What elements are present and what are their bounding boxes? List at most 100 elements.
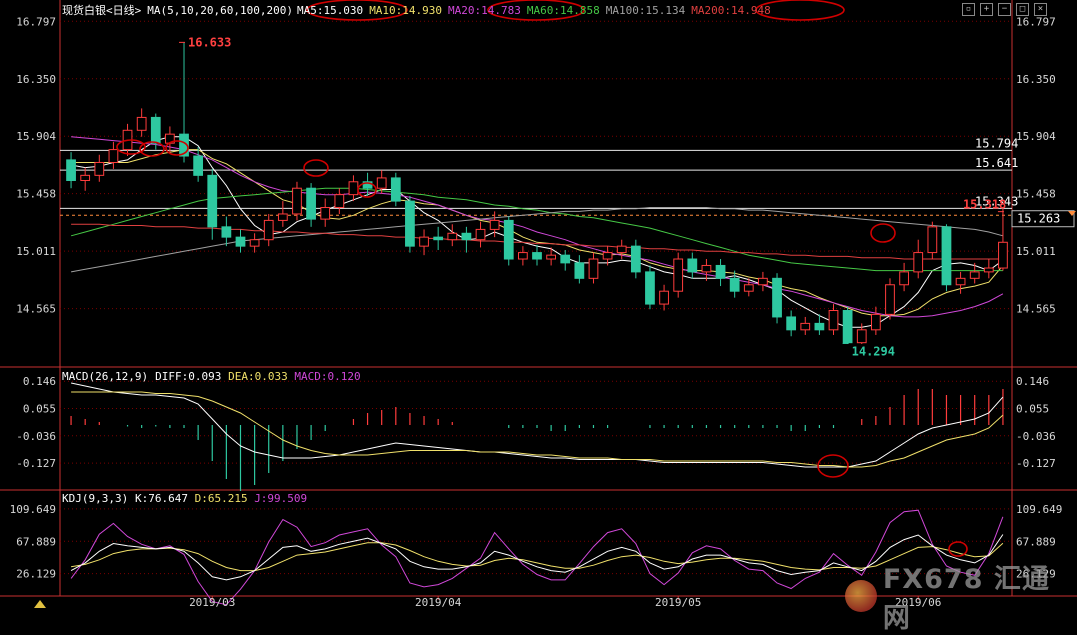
kdj-legend-2: J:99.509: [254, 492, 307, 505]
candle[interactable]: [433, 226, 444, 251]
candle-body: [108, 149, 119, 163]
annotation-1: 14.294: [852, 344, 895, 358]
candle-body: [800, 322, 811, 331]
annotation-2: 15.318: [963, 198, 1006, 212]
candle-body: [856, 329, 867, 344]
candle[interactable]: [165, 126, 175, 153]
candle[interactable]: [249, 233, 260, 253]
macd-legend-1: DEA:0.033: [228, 370, 288, 383]
candle[interactable]: [786, 310, 797, 337]
candle[interactable]: [899, 262, 909, 292]
candle-body: [94, 161, 105, 176]
candle[interactable]: [503, 216, 514, 266]
candle[interactable]: [885, 278, 895, 320]
candle[interactable]: [94, 154, 105, 182]
price-ytick-right-5: 14.565: [1016, 303, 1056, 316]
candle[interactable]: [800, 316, 811, 335]
candle-body: [616, 245, 627, 254]
last-price-text: 15.263: [1017, 212, 1060, 226]
candle[interactable]: [870, 306, 881, 335]
candle-body: [546, 254, 556, 260]
price-header: 现货白银<日线> MA(5,10,20,60,100,200) MA5:15.030…: [62, 2, 783, 18]
candle-body: [715, 264, 726, 279]
candle[interactable]: [913, 239, 924, 279]
candle[interactable]: [659, 284, 669, 311]
price-pane[interactable]: 15.79415.64115.34316.63314.29415.31815.2…: [60, 35, 1076, 358]
candle[interactable]: [235, 229, 246, 253]
plus-icon[interactable]: +: [980, 3, 993, 16]
candle[interactable]: [207, 168, 218, 240]
candle-body: [263, 219, 274, 241]
candle-body: [630, 245, 641, 273]
candle[interactable]: [447, 224, 458, 247]
candle[interactable]: [588, 252, 599, 284]
restore-icon[interactable]: ▫: [962, 3, 975, 16]
candle-body: [743, 284, 754, 292]
candle-body: [969, 271, 980, 279]
candle[interactable]: [673, 252, 684, 298]
candle[interactable]: [263, 213, 274, 247]
candle[interactable]: [574, 255, 585, 284]
candle[interactable]: [292, 181, 302, 221]
candle[interactable]: [983, 259, 994, 279]
candle-body: [659, 290, 669, 305]
minus-icon[interactable]: −: [998, 3, 1011, 16]
candle[interactable]: [475, 221, 486, 248]
candle[interactable]: [560, 250, 571, 271]
candle[interactable]: [772, 273, 782, 324]
candle[interactable]: [941, 224, 952, 292]
candle[interactable]: [758, 271, 768, 292]
candle[interactable]: [687, 252, 698, 279]
candle[interactable]: [955, 271, 966, 294]
candle-body: [249, 239, 260, 247]
candle[interactable]: [136, 108, 147, 137]
price-ytick-left-3: 15.458: [16, 188, 56, 201]
candle-body: [193, 155, 204, 176]
candle[interactable]: [80, 167, 91, 191]
candle-body: [955, 277, 966, 286]
candle[interactable]: [630, 239, 641, 279]
macd-pane[interactable]: MACD(26,12,9) DIFF:0.093 DEA:0.033 MACD:0.1…: [62, 370, 1004, 491]
candle-body: [602, 252, 613, 260]
candle[interactable]: [715, 259, 726, 287]
candle-body: [447, 232, 458, 241]
candle-body: [221, 226, 232, 238]
scroll-left-icon[interactable]: [34, 600, 46, 608]
level-label-0: 15.794: [975, 136, 1018, 150]
candle[interactable]: [221, 216, 232, 247]
candle[interactable]: [729, 270, 740, 298]
grid-lines: [0, 0, 1077, 597]
candle[interactable]: [193, 147, 204, 182]
ma-legend-item-2: MA20:14.783: [448, 4, 521, 17]
candle[interactable]: [461, 226, 472, 253]
candle[interactable]: [998, 208, 1008, 271]
candle[interactable]: [320, 198, 331, 227]
candle[interactable]: [969, 262, 980, 284]
chart-area[interactable]: 15.79415.64115.34316.63314.29415.31815.2…: [0, 0, 1077, 608]
candle[interactable]: [701, 259, 712, 281]
candle[interactable]: [927, 221, 938, 260]
candle[interactable]: [306, 183, 316, 227]
macd-ytick-right-2: -0.036: [1016, 430, 1056, 443]
candle[interactable]: [390, 172, 401, 207]
price-ytick-left-0: 16.797: [16, 15, 56, 28]
candle[interactable]: [532, 244, 542, 266]
candle[interactable]: [842, 306, 853, 344]
maximize-icon[interactable]: □: [1016, 3, 1029, 16]
kdj-ytick-left-0: 109.649: [10, 503, 56, 516]
candle[interactable]: [66, 152, 76, 189]
macd-ytick-left-2: -0.036: [16, 430, 56, 443]
candle[interactable]: [334, 188, 345, 214]
candle[interactable]: [348, 175, 359, 202]
candle-body: [433, 236, 444, 241]
candle-body: [828, 310, 839, 331]
close-icon[interactable]: ×: [1034, 3, 1047, 16]
candle[interactable]: [405, 195, 415, 253]
kdj-ytick-left-2: 26.129: [16, 568, 56, 581]
candle-body: [306, 187, 316, 220]
price-ytick-right-1: 16.350: [1016, 73, 1056, 86]
candle[interactable]: [645, 265, 655, 310]
candle[interactable]: [277, 201, 288, 227]
candle-body: [560, 254, 571, 264]
candle[interactable]: [518, 246, 528, 266]
